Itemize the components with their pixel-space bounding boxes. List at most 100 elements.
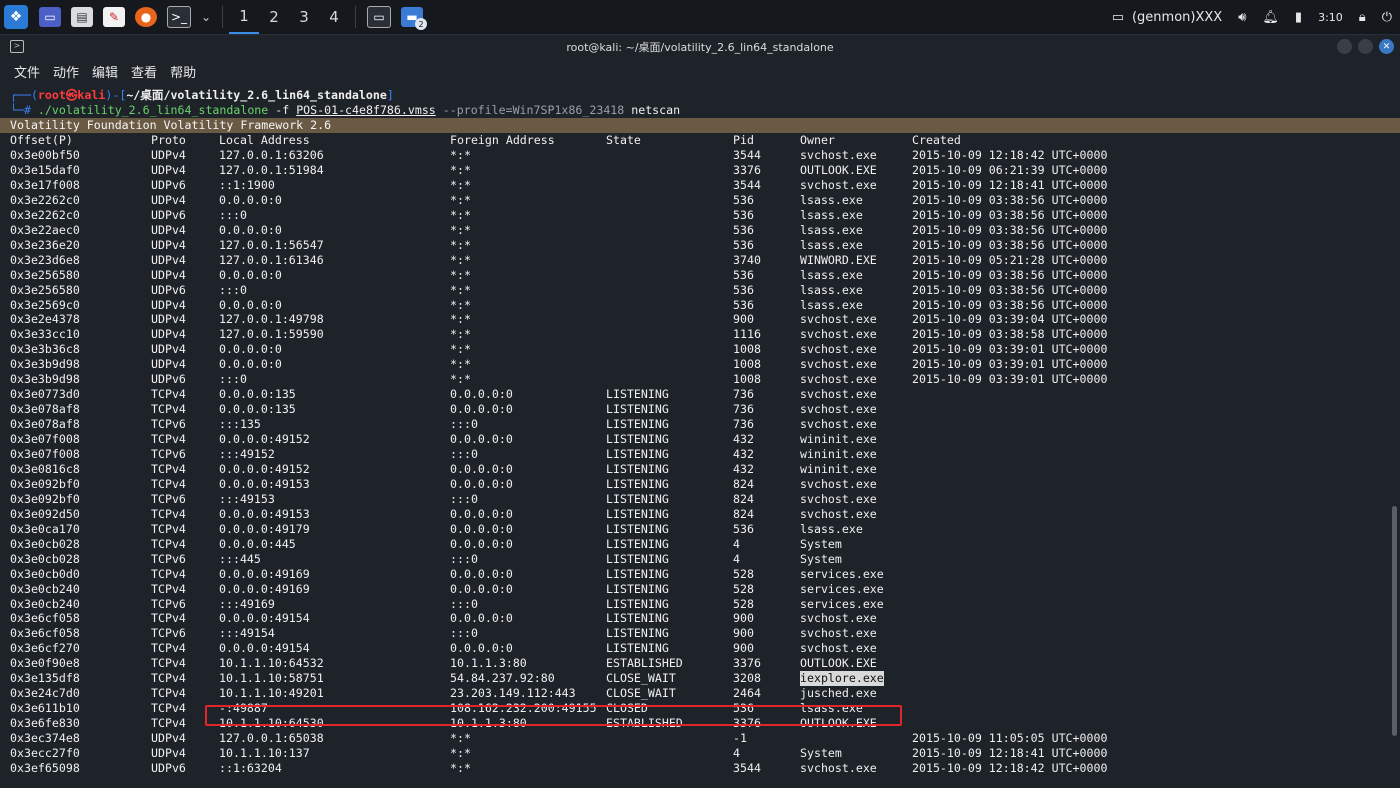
cell-owner: lsass.exe — [800, 282, 863, 297]
maximize-button[interactable] — [1358, 39, 1373, 54]
table-row: 0x3e0f90e8 TCPv4 10.1.1.10:64532 10.1.1.3:8… — [0, 656, 1400, 671]
minimize-button[interactable] — [1337, 39, 1352, 54]
cell-owner: services.exe — [800, 566, 884, 581]
table-row: 0x3e00bf50 UDPv4 127.0.0.1:63206 *:* 3544 svc… — [0, 148, 1400, 163]
show-desktop-icon[interactable]: ▭ — [39, 7, 61, 27]
cell-local-address: 0.0.0.0:49152 — [219, 461, 310, 476]
cell-pid: 824 — [733, 506, 754, 521]
cell-pid: 536 — [733, 207, 754, 222]
cell-offset: 0x3ef65098 — [10, 760, 80, 775]
lock-icon[interactable]: 🔒︎ — [1359, 10, 1366, 25]
col-pid: Pid — [733, 133, 754, 147]
cell-local-address: 0.0.0.0:0 — [219, 297, 282, 312]
table-row: 0x3e078af8 TCPv6:::135:::0 LISTENING 736 svc… — [0, 417, 1400, 432]
cell-foreign-address: *:* — [450, 237, 471, 252]
cell-foreign-address: 54.84.237.92:80 — [450, 671, 555, 686]
notification-icon[interactable]: 🔔︎ — [1262, 10, 1279, 25]
cell-state: LISTENING — [606, 536, 669, 551]
cell-proto: TCPv4 — [151, 521, 186, 536]
command-plugin: netscan — [624, 103, 681, 117]
terminal-task-icon[interactable]: ▭ — [367, 6, 391, 28]
menu-view[interactable]: 查看 — [131, 62, 157, 81]
cell-owner: lsass.exe — [800, 222, 863, 237]
table-row: 0x3e24c7d0 TCPv4 10.1.1.10:49201 23.203.149… — [0, 686, 1400, 701]
cell-owner: svchost.exe — [800, 312, 877, 327]
workspace-4[interactable]: 4 — [319, 0, 349, 34]
table-row: 0x3e078af8 TCPv4 0.0.0.0:135 0.0.0.0:0 LISTE… — [0, 402, 1400, 417]
cell-proto: TCPv6 — [151, 551, 186, 566]
cell-state: ESTABLISHED — [606, 656, 683, 671]
table-row: 0x3e0cb240 TCPv6:::49169:::0 LISTENING 528 s… — [0, 597, 1400, 612]
menu-help[interactable]: 帮助 — [170, 62, 196, 81]
table-row: 0x3ec374e8 UDPv4 127.0.0.1:65038 *:* -1 2015-… — [0, 731, 1400, 746]
cell-offset: 0x3e24c7d0 — [10, 686, 80, 701]
cell-offset: 0x3ec374e8 — [10, 731, 80, 746]
cell-pid: 528 — [733, 596, 754, 611]
cell-local-address: 0.0.0.0:0 — [219, 192, 282, 207]
cell-proto: TCPv6 — [151, 417, 186, 432]
text-editor-icon[interactable]: ✎ — [103, 7, 125, 27]
workspace-3[interactable]: 3 — [289, 0, 319, 34]
cell-proto: TCPv6 — [151, 596, 186, 611]
file-manager-icon[interactable]: ▤ — [71, 7, 93, 27]
cell-pid: 900 — [733, 312, 754, 327]
cell-owner: jusched.exe — [800, 686, 877, 701]
volume-icon[interactable]: 🔊︎ — [1238, 10, 1246, 25]
cell-state: LISTENING — [606, 476, 669, 491]
cell-proto: TCPv4 — [151, 641, 186, 656]
cell-local-address: :::135 — [219, 417, 261, 432]
chevron-down-icon[interactable]: ⌄ — [201, 7, 211, 27]
cell-proto: TCPv4 — [151, 432, 186, 447]
cell-local-address: 127.0.0.1:51984 — [219, 162, 324, 177]
cell-offset: 0x3e236e20 — [10, 237, 80, 252]
cell-pid: 1008 — [733, 372, 761, 387]
terminal-scrollbar[interactable] — [1392, 506, 1397, 736]
cell-created: 2015-10-09 03:39:01 UTC+0000 — [912, 372, 1108, 387]
cell-owner: svchost.exe — [800, 491, 877, 506]
cell-pid: 3376 — [733, 656, 761, 671]
cell-state: LISTENING — [606, 417, 669, 432]
window-titlebar[interactable]: > root@kali: ~/桌面/volatility_2.6_lin64_s… — [0, 36, 1400, 58]
cell-pid: 736 — [733, 387, 754, 402]
cell-state: LISTENING — [606, 551, 669, 566]
table-row: 0x3e23d6e8 UDPv4 127.0.0.1:61346 *:* 3740 WIN… — [0, 253, 1400, 268]
cell-pid: 432 — [733, 461, 754, 476]
cell-owner: OUTLOOK.EXE — [800, 162, 877, 177]
table-row: 0x3e256580 UDPv4 0.0.0.0:0 *:* 536 lsass.exe 2… — [0, 268, 1400, 283]
cell-local-address: 0.0.0.0:49154 — [219, 611, 310, 626]
folder-task-icon[interactable]: ▬ 2 — [401, 7, 427, 30]
clock[interactable]: 3:10 — [1318, 11, 1343, 24]
cell-created: 2015-10-09 03:39:01 UTC+0000 — [912, 357, 1108, 372]
power-icon[interactable]: ⏻ — [1382, 10, 1392, 25]
cell-owner: svchost.exe — [800, 372, 877, 387]
cell-local-address: 0.0.0.0:49169 — [219, 566, 310, 581]
cell-foreign-address: 0.0.0.0:0 — [450, 611, 513, 626]
terminal-launcher-icon[interactable]: >_ — [167, 6, 191, 28]
menu-action[interactable]: 动作 — [53, 62, 79, 81]
cell-pid: 528 — [733, 566, 754, 581]
menu-edit[interactable]: 编辑 — [92, 62, 118, 81]
prompt-user-host: root㉿kali — [37, 88, 106, 102]
workspace-2[interactable]: 2 — [259, 0, 289, 34]
workspace-1[interactable]: 1 — [229, 0, 259, 34]
cell-created: 2015-10-09 05:21:28 UTC+0000 — [912, 252, 1108, 267]
table-row: 0x3e17f008 UDPv6::1:1900 *:* 3544 svchost.ex… — [0, 178, 1400, 193]
cell-foreign-address: 23.203.149.112:443 — [450, 686, 576, 701]
menu-file[interactable]: 文件 — [14, 62, 40, 81]
cell-created: 2015-10-09 03:38:56 UTC+0000 — [912, 192, 1108, 207]
cell-local-address: 0.0.0.0:49153 — [219, 506, 310, 521]
terminal-output[interactable]: ┌──(root㉿kali)-[~/桌面/volatility_2.6_lin6… — [0, 86, 1400, 788]
firefox-icon[interactable]: ● — [135, 7, 157, 27]
cell-owner: svchost.exe — [800, 417, 877, 432]
cell-foreign-address: :::0 — [450, 626, 478, 641]
close-button[interactable]: ✕ — [1379, 39, 1394, 54]
cell-owner: svchost.exe — [800, 148, 877, 162]
kali-menu-icon[interactable]: ❖ — [4, 5, 28, 29]
battery-icon[interactable]: ▮ — [1295, 10, 1302, 25]
terminal-window-icon: > — [10, 40, 24, 53]
cell-proto: TCPv4 — [151, 671, 186, 686]
cell-created: 2015-10-09 03:38:56 UTC+0000 — [912, 222, 1108, 237]
cell-proto: TCPv4 — [151, 476, 186, 491]
cell-proto: UDPv6 — [151, 760, 186, 775]
cell-state: LISTENING — [606, 566, 669, 581]
